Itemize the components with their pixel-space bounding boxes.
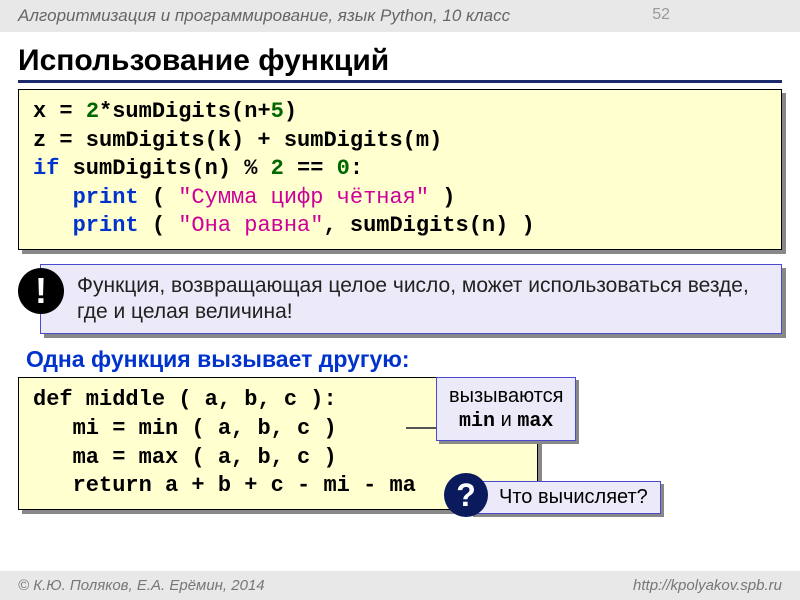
question-box: Что вычисляет? [470, 481, 661, 514]
code-line: print ( "Она равна", sumDigits(n) ) [33, 212, 767, 241]
footer-url: http://kpolyakov.spb.ru [633, 577, 782, 594]
callout-box: вызываются min и max [436, 377, 576, 441]
code-line: if sumDigits(n) % 2 == 0: [33, 155, 767, 184]
footer-bar: © К.Ю. Поляков, Е.А. Ерёмин, 2014 http:/… [0, 571, 800, 600]
note-row: ! Функция, возвращающая целое число, мож… [18, 264, 782, 335]
note-box: Функция, возвращающая целое число, может… [40, 264, 782, 335]
callout-connector [406, 427, 436, 429]
code-line: z = sumDigits(k) + sumDigits(m) [33, 127, 767, 156]
subheading: Одна функция вызывает другую: [26, 346, 782, 373]
code-line: ma = max ( a, b, c ) [33, 444, 523, 473]
slide-title: Использование функций [18, 44, 782, 83]
exclamation-icon: ! [18, 268, 64, 314]
code-block-1: x = 2*sumDigits(n+5) z = sumDigits(k) + … [18, 89, 782, 250]
page-number: 52 [652, 6, 670, 24]
callout-line1: вызываются [449, 384, 563, 408]
callout-line2: min и max [449, 408, 563, 434]
course-name: Алгоритмизация и программирование, язык … [18, 6, 510, 25]
lower-section: def middle ( a, b, c ): mi = min ( a, b,… [18, 377, 782, 509]
code-line: print ( "Сумма цифр чётная" ) [33, 184, 767, 213]
slide-content: Использование функций x = 2*sumDigits(n+… [0, 32, 800, 510]
code-line: x = 2*sumDigits(n+5) [33, 98, 767, 127]
header-bar: Алгоритмизация и программирование, язык … [0, 0, 800, 32]
footer-copyright: © К.Ю. Поляков, Е.А. Ерёмин, 2014 [18, 577, 265, 594]
